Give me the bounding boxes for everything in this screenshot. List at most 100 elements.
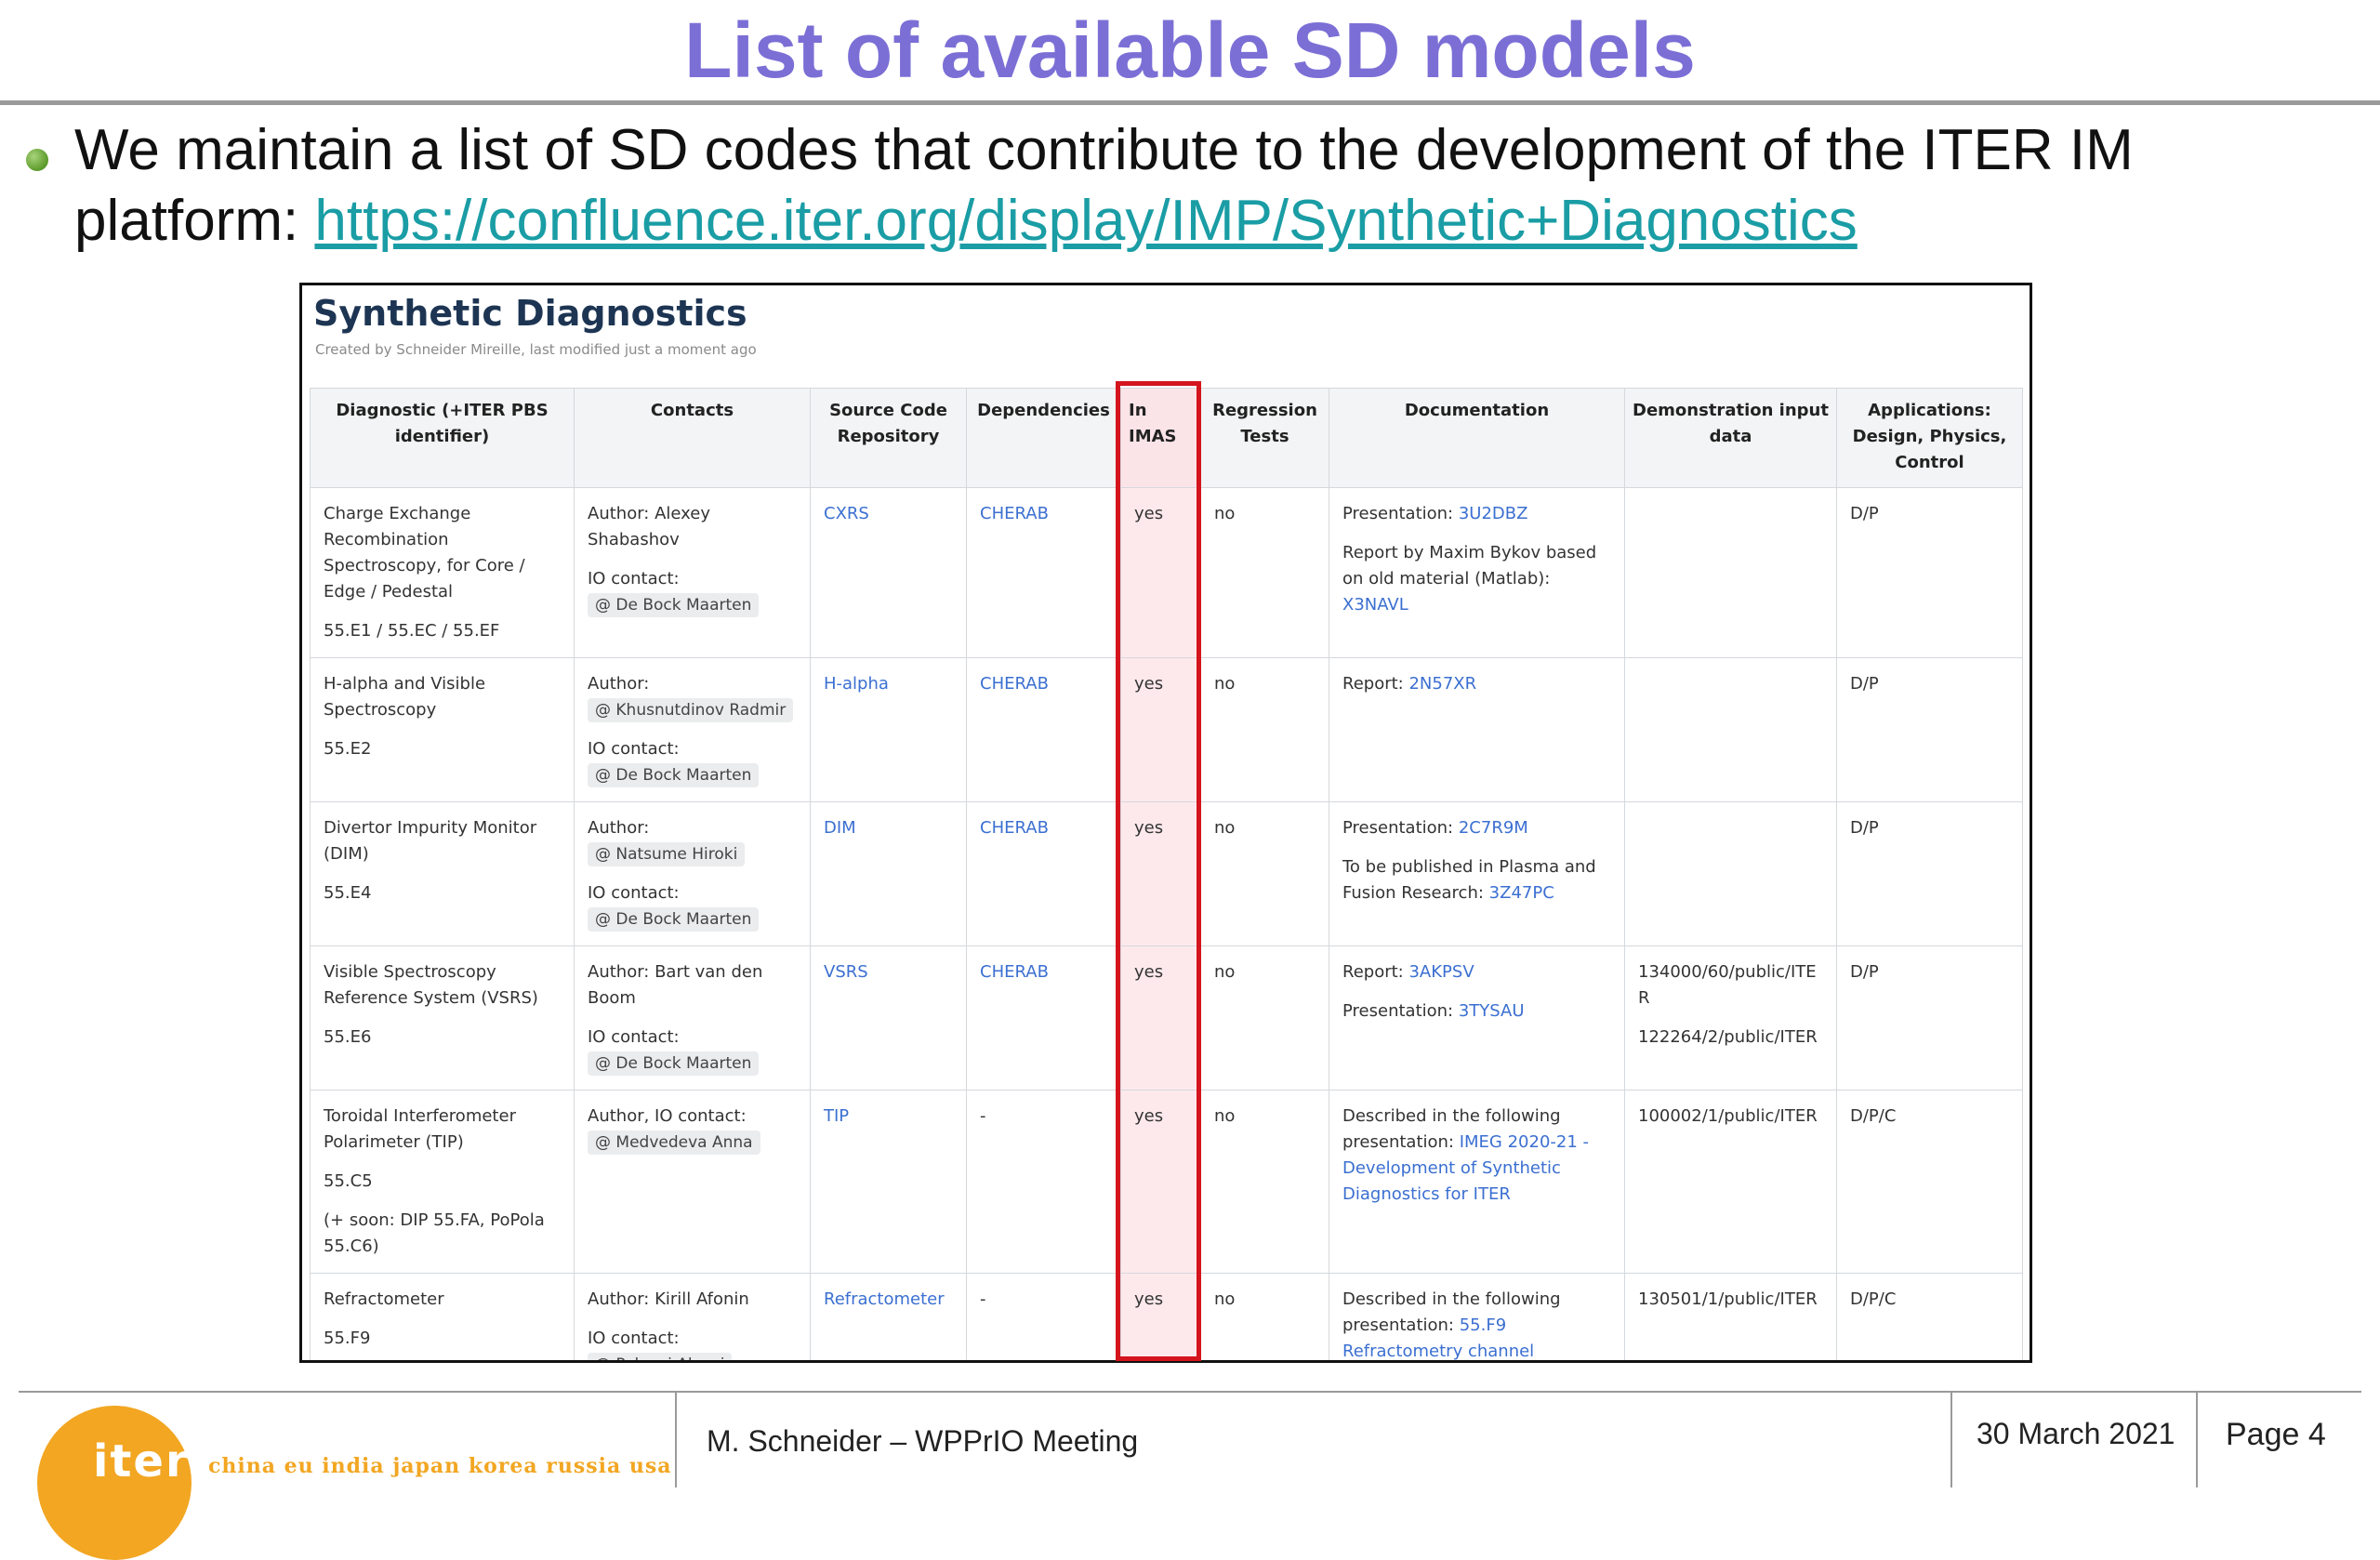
user-mention[interactable]: @ De Bock Maarten — [588, 907, 760, 932]
cell-demo-data: 134000/60/public/ITER 122264/2/public/IT… — [1624, 945, 1837, 1091]
user-mention[interactable]: @ Natsume Hiroki — [588, 842, 746, 866]
doc-link[interactable]: X3NAVL — [1342, 595, 1408, 615]
header-in-imas: In IMAS — [1120, 388, 1201, 488]
doc-text: Report: — [1342, 674, 1409, 694]
logo-members: china eu india japan korea russia usa — [208, 1454, 672, 1478]
user-mention[interactable]: @ De Bock Maarten — [588, 593, 760, 617]
author-label: Author: — [588, 674, 650, 694]
user-mention[interactable]: @ Khusnutdinov Radmir — [588, 698, 794, 722]
diagnostic-pbs: 55.C5 — [324, 1171, 373, 1191]
doc-link[interactable]: 3TYSAU — [1459, 1001, 1525, 1021]
cell-demo-data: 100002/1/public/ITER — [1624, 1090, 1837, 1274]
title-divider — [0, 100, 2380, 105]
doc-link[interactable]: 3U2DBZ — [1459, 504, 1528, 523]
user-mention[interactable]: @ De Bock Maarten — [588, 763, 760, 787]
header-dependencies: Dependencies — [966, 388, 1121, 488]
user-mention[interactable]: @ De Bock Maarten — [588, 1051, 760, 1076]
cell-in-imas: yes — [1120, 487, 1201, 658]
cell-documentation: Report: 3AKPSV Presentation: 3TYSAU — [1329, 945, 1625, 1091]
header-contacts: Contacts — [574, 388, 811, 488]
doc-text: Report by Maxim Bykov based on old mater… — [1342, 543, 1597, 588]
footer-divider — [19, 1391, 2361, 1393]
cell-applications: D/P — [1836, 801, 2023, 946]
source-link[interactable]: TIP — [824, 1106, 849, 1126]
cell-regression: no — [1200, 1273, 1329, 1360]
source-link[interactable]: DIM — [824, 818, 856, 838]
dependency-link[interactable]: CHERAB — [980, 818, 1049, 838]
dependency-link[interactable]: CHERAB — [980, 504, 1049, 523]
doc-link[interactable]: 3AKPSV — [1408, 962, 1474, 982]
dependency-link[interactable]: CHERAB — [980, 674, 1049, 694]
table-row: H-alpha and Visible Spectroscopy 55.E2 A… — [310, 657, 2023, 802]
cell-demo-data: 130501/1/public/ITER — [1624, 1273, 1837, 1360]
source-link[interactable]: CXRS — [824, 504, 869, 523]
diagnostic-pbs: 55.E2 — [324, 739, 372, 759]
bullet-paragraph: We maintain a list of SD codes that cont… — [74, 115, 2343, 257]
demo-data-entry: 100002/1/public/ITER — [1638, 1106, 1818, 1126]
table-row: Divertor Impurity Monitor (DIM) 55.E4 Au… — [310, 801, 2023, 946]
cell-applications: D/P — [1836, 487, 2023, 658]
confluence-link[interactable]: https://confluence.iter.org/display/IMP/… — [314, 189, 1857, 253]
cell-documentation: Described in the following presentation:… — [1329, 1273, 1625, 1360]
header-applications: Applications: Design, Physics, Control — [1836, 388, 2023, 488]
footer-separator — [1950, 1391, 1952, 1487]
diagnostic-pbs: 55.F9 — [324, 1329, 371, 1348]
user-mention[interactable]: @ Polevoi Alexei — [588, 1353, 733, 1360]
footer-presenter: M. Schneider – WPPrIO Meeting — [707, 1424, 1139, 1458]
cell-contacts: Author: Bart van den Boom IO contact: @ D… — [574, 945, 811, 1091]
source-link[interactable]: VSRS — [824, 962, 868, 982]
panel-meta: Created by Schneider Mireille, last modi… — [315, 341, 757, 358]
footer-separator — [675, 1391, 677, 1487]
cell-regression: no — [1200, 945, 1329, 1091]
cell-documentation: Presentation: 2C7R9M To be published in … — [1329, 801, 1625, 946]
cell-in-imas: yes — [1120, 945, 1201, 1091]
cell-dependencies: CHERAB — [966, 487, 1121, 658]
slide-title: List of available SD models — [684, 7, 1696, 94]
doc-link[interactable]: 2C7R9M — [1459, 818, 1528, 838]
dependency-link[interactable]: CHERAB — [980, 962, 1049, 982]
panel-title: Synthetic Diagnostics — [313, 293, 747, 334]
cell-source: CXRS — [810, 487, 967, 658]
doc-link[interactable]: 3Z47PC — [1489, 883, 1554, 903]
cell-diagnostic: H-alpha and Visible Spectroscopy 55.E2 — [310, 657, 575, 802]
cell-contacts: Author: Kirill Afonin IO contact: @ Polev… — [574, 1273, 811, 1360]
cell-diagnostic: Toroidal Interferometer Polarimeter (TIP… — [310, 1090, 575, 1274]
cell-diagnostic: Divertor Impurity Monitor (DIM) 55.E4 — [310, 801, 575, 946]
cell-demo-data — [1624, 657, 1837, 802]
author-label: Author: Alexey Shabashov — [588, 504, 710, 549]
table-row: Refractometer 55.F9 Author: Kirill Afoni… — [310, 1273, 2023, 1360]
source-link[interactable]: Refractometer — [824, 1289, 945, 1309]
io-contact-label: IO contact: — [588, 1329, 680, 1348]
cell-dependencies: - — [966, 1273, 1121, 1360]
author-label: Author, IO contact: — [588, 1106, 747, 1126]
cell-applications: D/P/C — [1836, 1273, 2023, 1360]
cell-source: TIP — [810, 1090, 967, 1274]
user-mention[interactable]: @ Medvedeva Anna — [588, 1130, 760, 1155]
doc-link[interactable]: 2N57XR — [1408, 674, 1476, 694]
cell-applications: D/P — [1836, 657, 2023, 802]
demo-data-entry: 134000/60/public/ITER — [1638, 962, 1817, 1008]
io-contact-label: IO contact: — [588, 739, 680, 759]
diagnostic-name: Toroidal Interferometer Polarimeter (TIP… — [324, 1106, 516, 1152]
source-link[interactable]: H-alpha — [824, 674, 889, 694]
diagnostic-pbs: 55.E1 / 55.EC / 55.EF — [324, 621, 500, 641]
diagnostic-pbs: 55.E4 — [324, 883, 372, 903]
diagnostic-name: H-alpha and Visible Spectroscopy — [324, 674, 486, 720]
cell-regression: no — [1200, 1090, 1329, 1274]
author-label: Author: Bart van den Boom — [588, 962, 763, 1008]
header-demonstration-data: Demonstration input data — [1624, 388, 1837, 488]
demo-data-entry: 122264/2/public/ITER — [1638, 1027, 1818, 1047]
header-regression-tests: Regression Tests — [1200, 388, 1329, 488]
cell-contacts: Author: @ Natsume Hiroki IO contact: @ De … — [574, 801, 811, 946]
cell-demo-data — [1624, 801, 1837, 946]
cell-dependencies: CHERAB — [966, 657, 1121, 802]
cell-source: Refractometer — [810, 1273, 967, 1360]
diagnostic-name: Visible Spectroscopy Reference System (V… — [324, 962, 538, 1008]
header-documentation: Documentation — [1329, 388, 1625, 488]
cell-documentation: Presentation: 3U2DBZ Report by Maxim Byk… — [1329, 487, 1625, 658]
cell-in-imas: yes — [1120, 1273, 1201, 1360]
table-row: Toroidal Interferometer Polarimeter (TIP… — [310, 1090, 2023, 1274]
cell-dependencies: CHERAB — [966, 801, 1121, 946]
cell-regression: no — [1200, 801, 1329, 946]
page-number: Page 4 — [2226, 1417, 2326, 1452]
